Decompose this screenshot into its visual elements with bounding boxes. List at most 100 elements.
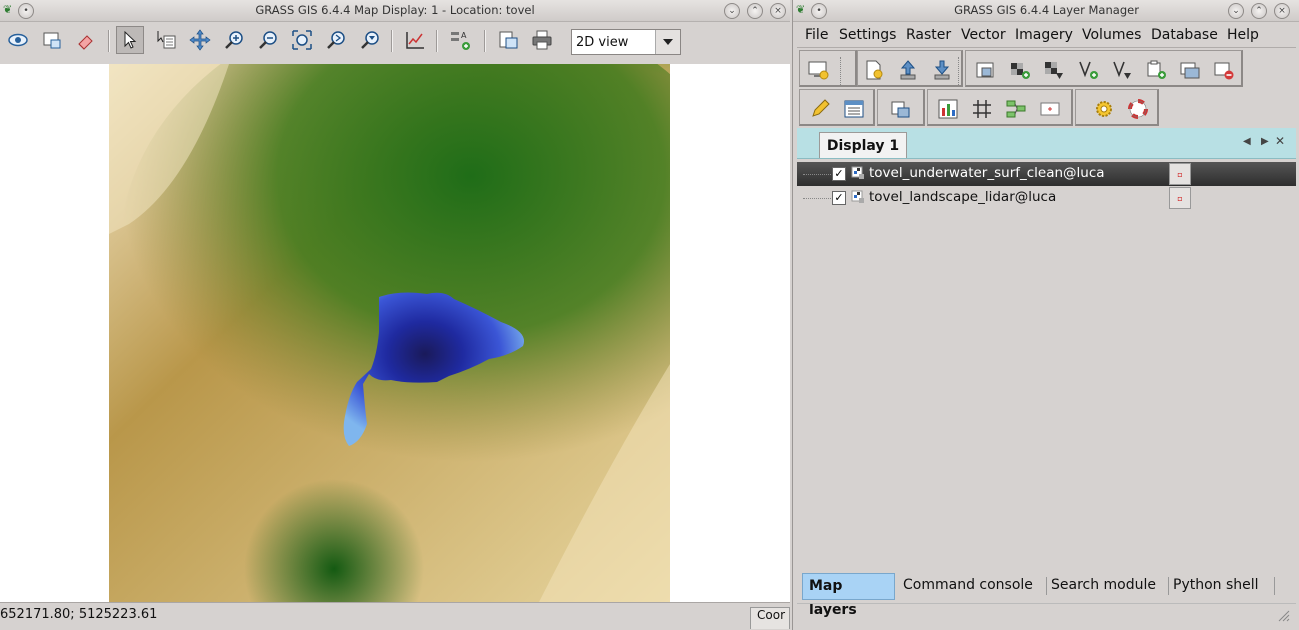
menu-bar: File Settings Raster Vector Imagery Volu… bbox=[797, 23, 1296, 48]
tab-close-icon[interactable]: ✕ bbox=[1275, 134, 1285, 148]
close-icon[interactable]: × bbox=[770, 3, 786, 19]
layer-checkbox[interactable]: ✓ bbox=[832, 167, 846, 181]
svg-text:A: A bbox=[461, 31, 467, 40]
render-map-icon[interactable] bbox=[38, 26, 66, 54]
chevron-down-icon[interactable] bbox=[655, 30, 680, 54]
add-raster-icon[interactable] bbox=[1006, 56, 1034, 84]
tab-map-layers[interactable]: Map layers bbox=[802, 573, 895, 618]
modeler-icon[interactable] bbox=[1002, 95, 1030, 123]
print-icon[interactable] bbox=[528, 26, 556, 54]
toolbar-separator bbox=[484, 30, 486, 52]
menu-volumes[interactable]: Volumes bbox=[1082, 27, 1141, 43]
delete-layer-icon[interactable] bbox=[1210, 56, 1238, 84]
add-map-layers-icon[interactable] bbox=[972, 56, 1000, 84]
toolbar-modules-group bbox=[927, 89, 1073, 126]
coordinates-readout: 652171.80; 5125223.61 bbox=[0, 607, 158, 622]
tree-connector bbox=[803, 174, 831, 175]
pointer-icon[interactable] bbox=[116, 26, 144, 54]
georectify-icon[interactable] bbox=[1036, 95, 1064, 123]
pan-icon[interactable] bbox=[186, 26, 214, 54]
menu-help[interactable]: Help bbox=[1227, 27, 1259, 43]
tab-command-console[interactable]: Command console bbox=[897, 573, 1047, 600]
query-icon[interactable] bbox=[152, 26, 180, 54]
resize-grip-icon[interactable] bbox=[1278, 610, 1290, 622]
map-statusbar: 652171.80; 5125223.61 Coor bbox=[0, 602, 790, 630]
display-notebook: Display 1 ◀ ▶ ✕ bbox=[797, 128, 1296, 159]
settings-gear-icon[interactable] bbox=[1090, 95, 1118, 123]
view-mode-value: 2D view bbox=[576, 35, 629, 50]
add-vector-misc-icon[interactable] bbox=[1108, 56, 1136, 84]
maximize-icon[interactable]: ⌃ bbox=[1251, 3, 1267, 19]
layer-manager-window: ❦ • GRASS GIS 6.4.4 Layer Manager ⌄ ⌃ × … bbox=[792, 0, 1299, 630]
add-overlay-icon[interactable] bbox=[1176, 56, 1204, 84]
toolbar-workspace-group bbox=[857, 50, 963, 87]
layer-analysis-icon[interactable] bbox=[886, 95, 914, 123]
layer-row-selected[interactable]: ✓ tovel_underwater_surf_clean@luca ▫ bbox=[797, 162, 1296, 186]
display-eye-icon[interactable] bbox=[4, 26, 32, 54]
tab-scroll-left-icon[interactable]: ◀ bbox=[1243, 136, 1251, 147]
layer-name: tovel_landscape_lidar@luca bbox=[869, 189, 1057, 205]
add-raster-misc-icon[interactable] bbox=[1040, 56, 1068, 84]
save-workspace-icon[interactable] bbox=[928, 56, 956, 84]
map-display-title: GRASS GIS 6.4.4 Map Display: 1 - Locatio… bbox=[255, 3, 535, 17]
layer-manager-titlebar[interactable]: ❦ • GRASS GIS 6.4.4 Layer Manager ⌄ ⌃ × bbox=[793, 0, 1299, 22]
toolbar-tools-group bbox=[799, 89, 875, 126]
toolbar-separator bbox=[108, 30, 110, 52]
zoom-back-icon[interactable] bbox=[322, 26, 350, 54]
help-lifebuoy-icon[interactable] bbox=[1124, 95, 1152, 123]
analyze-icon[interactable] bbox=[401, 26, 429, 54]
toolbar-layers-group bbox=[965, 50, 1243, 87]
minimize-icon[interactable]: ⌄ bbox=[724, 3, 740, 19]
layer-row[interactable]: ✓ tovel_landscape_lidar@luca ▫ bbox=[797, 186, 1296, 210]
layer-properties-button[interactable]: ▫ bbox=[1169, 163, 1191, 185]
menu-file[interactable]: File bbox=[805, 27, 828, 43]
layer-checkbox[interactable]: ✓ bbox=[832, 191, 846, 205]
new-display-icon[interactable] bbox=[804, 56, 832, 84]
tab-display-1[interactable]: Display 1 bbox=[819, 132, 907, 158]
tab-search-module[interactable]: Search module bbox=[1045, 573, 1169, 600]
menu-imagery[interactable]: Imagery bbox=[1015, 27, 1073, 43]
zoom-in-icon[interactable] bbox=[220, 26, 248, 54]
new-workspace-icon[interactable] bbox=[860, 56, 888, 84]
attribute-table-icon[interactable] bbox=[840, 95, 868, 123]
raster-layer-icon bbox=[851, 166, 865, 180]
layer-manager-title: GRASS GIS 6.4.4 Layer Manager bbox=[954, 3, 1139, 17]
map-display-titlebar[interactable]: ❦ • GRASS GIS 6.4.4 Map Display: 1 - Loc… bbox=[0, 0, 790, 22]
layer-name: tovel_underwater_surf_clean@luca bbox=[869, 165, 1105, 181]
layer-properties-button[interactable]: ▫ bbox=[1169, 187, 1191, 209]
histogram-icon[interactable] bbox=[934, 95, 962, 123]
open-workspace-icon[interactable] bbox=[894, 56, 922, 84]
elevation-raster-map bbox=[109, 64, 670, 602]
map-display-window: ❦ • GRASS GIS 6.4.4 Map Display: 1 - Loc… bbox=[0, 0, 790, 630]
save-image-icon[interactable] bbox=[494, 26, 522, 54]
add-vector-icon[interactable] bbox=[1074, 56, 1102, 84]
view-mode-select[interactable]: 2D view bbox=[571, 29, 681, 55]
minimize-icon[interactable]: ⌄ bbox=[1228, 3, 1244, 19]
maximize-icon[interactable]: ⌃ bbox=[747, 3, 763, 19]
zoom-extent-icon[interactable] bbox=[288, 26, 316, 54]
coordinates-mode-button[interactable]: Coor bbox=[750, 607, 790, 629]
grid-icon[interactable] bbox=[968, 95, 996, 123]
menu-vector[interactable]: Vector bbox=[961, 27, 1006, 43]
menu-database[interactable]: Database bbox=[1151, 27, 1218, 43]
menu-settings[interactable]: Settings bbox=[839, 27, 896, 43]
erase-icon[interactable] bbox=[72, 26, 100, 54]
tab-separator bbox=[1274, 577, 1275, 595]
overlay-add-icon[interactable]: A bbox=[446, 26, 474, 54]
edit-vector-icon[interactable] bbox=[806, 95, 834, 123]
toolbar-analysis-group bbox=[877, 89, 925, 126]
zoom-out-icon[interactable] bbox=[254, 26, 282, 54]
zoom-menu-icon[interactable] bbox=[356, 26, 384, 54]
toolbar-grip bbox=[958, 57, 962, 85]
tree-connector bbox=[803, 198, 831, 199]
menu-raster[interactable]: Raster bbox=[906, 27, 951, 43]
add-group-icon[interactable] bbox=[1142, 56, 1170, 84]
tab-python-shell[interactable]: Python shell bbox=[1167, 573, 1275, 600]
toolbar-grip bbox=[840, 57, 844, 85]
close-icon[interactable]: × bbox=[1274, 3, 1290, 19]
toolbar-separator bbox=[436, 30, 438, 52]
map-canvas[interactable] bbox=[0, 64, 790, 602]
bottom-notebook-tabs: Map layers Command console Search module… bbox=[799, 573, 1296, 618]
tab-scroll-right-icon[interactable]: ▶ bbox=[1261, 136, 1269, 147]
toolbar-display-group bbox=[799, 50, 857, 87]
